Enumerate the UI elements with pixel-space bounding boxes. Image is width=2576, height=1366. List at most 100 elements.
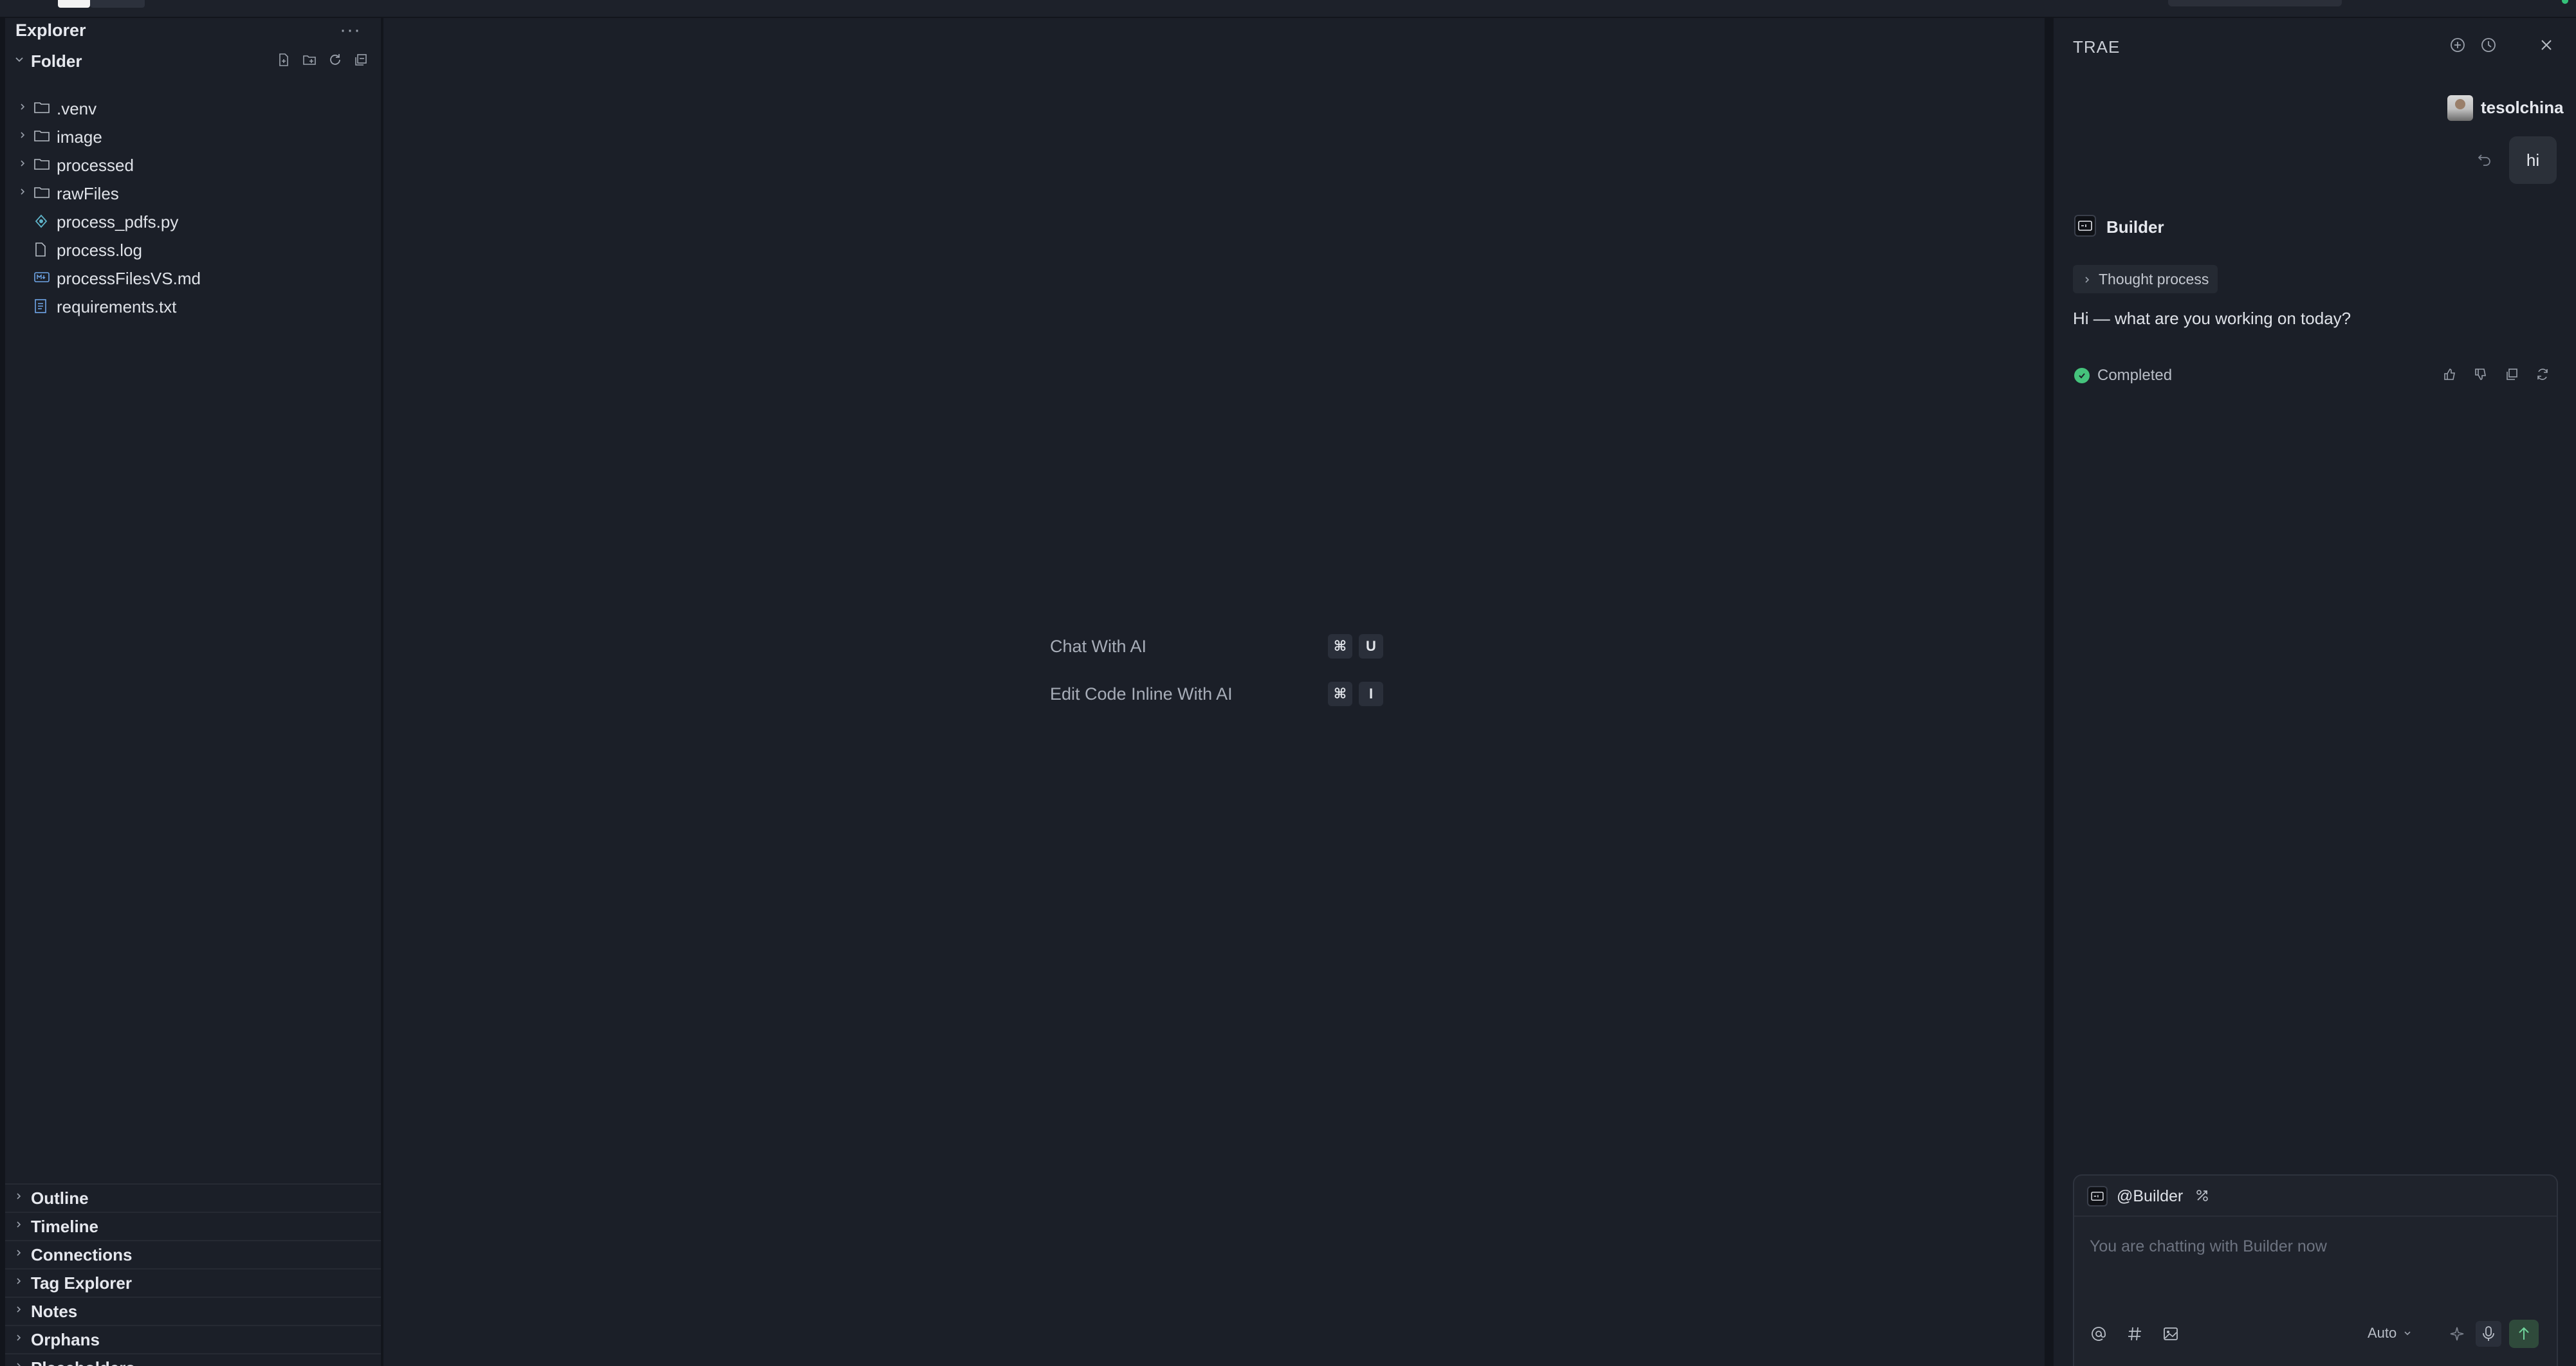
chevron-right-icon <box>14 1331 23 1346</box>
builder-icon <box>2087 1186 2108 1207</box>
hash-icon[interactable] <box>2123 1322 2146 1345</box>
user-message-bubble: hi <box>2509 136 2557 184</box>
shortcut-key: U <box>1359 634 1383 659</box>
title-bar <box>0 0 2576 18</box>
tree-item-file[interactable]: requirements.txt <box>0 293 373 319</box>
chevron-right-icon <box>14 1218 23 1233</box>
status-text: Completed <box>2097 367 2173 384</box>
tools-icon[interactable] <box>2193 1186 2212 1205</box>
inactive-tab[interactable] <box>90 0 145 8</box>
agent-tag-row: @Builder <box>2074 1176 2557 1217</box>
tree-item-file[interactable]: process_pdfs.py <box>0 208 373 234</box>
markdown-file-icon <box>33 270 51 287</box>
thought-process-toggle[interactable]: Thought process <box>2073 265 2218 293</box>
section-label: Orphans <box>31 1330 100 1349</box>
copy-icon[interactable] <box>2501 364 2522 385</box>
panel-divider[interactable] <box>2045 18 2054 1366</box>
builder-icon <box>2074 215 2096 237</box>
send-button[interactable] <box>2509 1320 2539 1348</box>
chevron-right-icon <box>14 1190 23 1205</box>
thumbs-down-icon[interactable] <box>2470 364 2491 385</box>
tree-item-label: image <box>57 127 102 147</box>
thumbs-up-icon[interactable] <box>2440 364 2460 385</box>
model-label: Auto <box>2368 1325 2397 1341</box>
section-orphans[interactable]: Orphans <box>5 1325 381 1353</box>
tree-item-label: process_pdfs.py <box>57 212 179 232</box>
hint-edit-inline: Edit Code Inline With AI <box>1050 684 1233 704</box>
tree-item-label: processed <box>57 156 134 175</box>
new-file-icon[interactable] <box>275 51 292 68</box>
image-icon[interactable] <box>2159 1322 2182 1345</box>
tree-item-file[interactable]: processFilesVS.md <box>0 265 373 291</box>
agent-tag-label[interactable]: @Builder <box>2117 1187 2183 1206</box>
chevron-right-icon <box>18 185 27 200</box>
hint-chat-with-ai: Chat With AI <box>1050 637 1147 656</box>
regenerate-icon[interactable] <box>2532 364 2553 385</box>
text-file-icon <box>33 298 51 315</box>
mention-icon[interactable] <box>2087 1322 2110 1345</box>
command-search[interactable] <box>2168 0 2342 6</box>
section-notes[interactable]: Notes <box>5 1297 381 1325</box>
sparkle-icon[interactable] <box>2446 1322 2469 1345</box>
tree-item-label: rawFiles <box>57 184 119 203</box>
chevron-right-icon <box>14 1303 23 1318</box>
tree-item-folder[interactable]: image <box>0 123 373 149</box>
folder-icon <box>33 100 51 117</box>
undo-icon[interactable] <box>2473 148 2496 171</box>
chevron-right-icon <box>2083 271 2091 288</box>
section-label: Timeline <box>31 1217 99 1236</box>
python-file-icon <box>33 214 51 230</box>
composer-tools <box>2087 1322 2182 1345</box>
tree-item-file[interactable]: process.log <box>0 237 373 262</box>
shortcut-key: ⌘ <box>1328 634 1352 659</box>
chevron-down-icon <box>14 51 26 68</box>
shortcut-key: I <box>1359 682 1383 706</box>
chat-composer: @Builder Auto <box>2073 1174 2558 1366</box>
section-outline[interactable]: Outline <box>5 1183 381 1212</box>
user-name: tesolchina <box>2481 98 2564 117</box>
section-connections[interactable]: Connections <box>5 1240 381 1268</box>
chevron-right-icon <box>18 129 27 143</box>
more-actions-icon[interactable]: ··· <box>340 19 361 41</box>
tree-item-folder[interactable]: processed <box>0 152 373 178</box>
folder-label: Folder <box>31 51 82 71</box>
tree-item-label: process.log <box>57 241 142 260</box>
status-dot <box>2562 0 2568 4</box>
section-placeholders[interactable]: Placeholders <box>5 1353 381 1366</box>
model-selector[interactable]: Auto <box>2368 1325 2412 1342</box>
status-badge: Completed <box>2074 367 2172 385</box>
section-label: Notes <box>31 1302 78 1321</box>
section-label: Placeholders <box>31 1358 135 1366</box>
chevron-down-icon <box>2403 1325 2412 1342</box>
folder-actions <box>275 51 369 68</box>
tree-item-label: processFilesVS.md <box>57 269 201 288</box>
chevron-right-icon <box>14 1360 23 1366</box>
tree-item-folder[interactable]: .venv <box>0 95 373 121</box>
new-folder-icon[interactable] <box>301 51 318 68</box>
chat-input[interactable] <box>2090 1232 2540 1261</box>
close-icon[interactable] <box>2536 35 2557 55</box>
section-tag-explorer[interactable]: Tag Explorer <box>5 1268 381 1297</box>
feedback-actions <box>2440 364 2553 385</box>
new-chat-icon[interactable] <box>2447 35 2468 55</box>
tree-item-label: .venv <box>57 99 97 118</box>
section-label: Connections <box>31 1245 133 1264</box>
folder-icon <box>33 157 51 174</box>
chat-panel-title: TRAE <box>2073 37 2121 57</box>
microphone-icon[interactable] <box>2476 1321 2501 1347</box>
tree-item-label: requirements.txt <box>57 297 177 316</box>
folder-icon <box>33 185 51 202</box>
section-timeline[interactable]: Timeline <box>5 1212 381 1240</box>
explorer-title: Explorer <box>15 21 86 40</box>
chevron-right-icon <box>14 1275 23 1289</box>
file-icon <box>33 242 51 259</box>
tree-item-folder[interactable]: rawFiles <box>0 180 373 206</box>
collapse-all-icon[interactable] <box>353 51 369 68</box>
active-tab[interactable] <box>58 0 90 8</box>
agent-name: Builder <box>2106 217 2164 237</box>
agent-reply: Hi — what are you working on today? <box>2073 309 2351 328</box>
thought-process-label: Thought process <box>2099 270 2209 287</box>
history-icon[interactable] <box>2478 35 2499 55</box>
folder-icon <box>33 129 51 145</box>
refresh-icon[interactable] <box>327 51 344 68</box>
